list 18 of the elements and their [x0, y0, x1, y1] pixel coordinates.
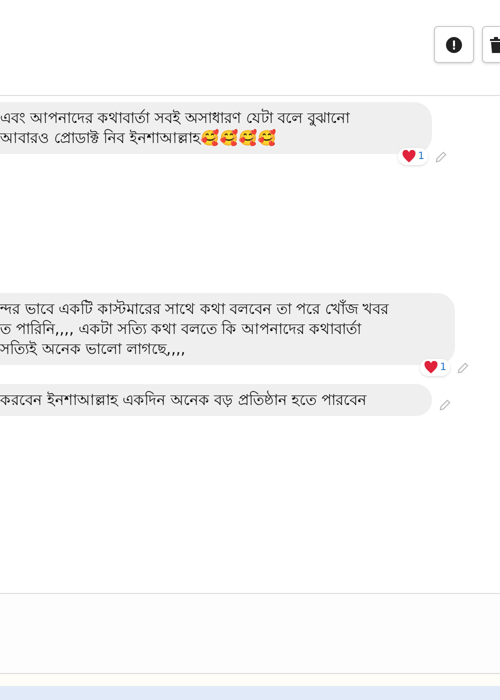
message-text: সত্যিই অনেক ভালো লাগছে,,,, — [0, 339, 186, 359]
reaction-count: 1 — [418, 150, 424, 164]
trash-icon — [489, 36, 500, 52]
message-text: আবারও প্রোডাক্ট নিব ইনশাআল্লাহ🥰🥰🥰🥰 — [0, 128, 278, 148]
message-text: এবং আপনাদের কথাবার্তা সবই অসাধারণ যেটা বলে বুঝানো — [0, 108, 351, 128]
reaction-badge[interactable]: 1 — [420, 359, 450, 376]
heart-icon — [402, 150, 416, 163]
pencil-icon[interactable] — [438, 398, 452, 412]
reaction-count: 1 — [440, 361, 446, 375]
alert-icon — [446, 36, 462, 52]
reaction-badge[interactable]: 1 — [398, 148, 428, 165]
heart-icon — [424, 361, 438, 374]
pencil-icon[interactable] — [456, 360, 470, 374]
message-text: ন্দর ভাবে একটি কাস্টমারের সাথে কথা বলবেন তা পরে খোঁজ খবর — [0, 299, 390, 319]
pencil-icon[interactable] — [434, 150, 448, 164]
message-text: ত পারিনি,,,, একটা সত্যি কথা বলতে কি আপনাদের কথাবার্তা — [0, 319, 362, 339]
message-text: করবেন ইনশাআল্লাহ একদিন অনেক বড় প্রতিষ্ঠান হতে পারবেন — [0, 390, 368, 410]
report-button[interactable] — [434, 26, 474, 63]
